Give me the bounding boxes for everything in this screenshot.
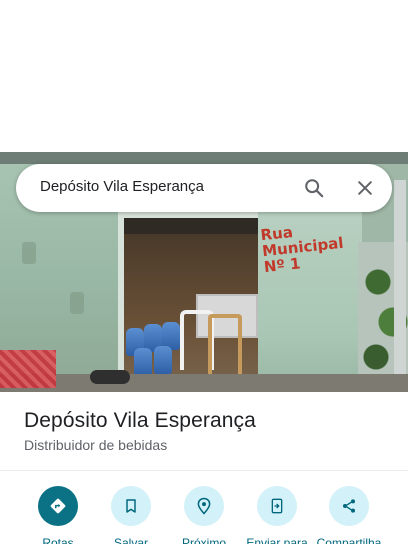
action-label: Rotas: [42, 536, 74, 544]
place-title: Depósito Vila Esperança: [24, 409, 256, 432]
photo-water-bottle: [134, 348, 152, 376]
divider: [0, 470, 408, 471]
photo-wood-chair: [208, 314, 242, 374]
action-row: Rotas Salvar Próximo Enviar para Compart…: [0, 486, 408, 544]
share-icon: [343, 499, 355, 513]
directions-button[interactable]: Rotas: [22, 486, 94, 544]
photo-red-cart: [0, 350, 56, 388]
photo-roof: [0, 152, 408, 164]
bookmark-icon: [126, 499, 136, 513]
nearby-button[interactable]: Próximo: [168, 486, 240, 544]
photo-motorcycle: [90, 370, 130, 384]
nearby-icon: [197, 497, 211, 515]
search-icon: [305, 179, 324, 198]
directions-icon: [50, 498, 66, 514]
place-category[interactable]: Distribuidor de bebidas: [24, 437, 167, 453]
photo-water-bottle: [154, 346, 172, 374]
action-label: Salvar: [113, 536, 148, 544]
send-to-phone-button[interactable]: Enviar para: [241, 486, 313, 544]
close-button[interactable]: [349, 172, 381, 204]
action-label: Compartilha: [316, 536, 382, 544]
search-button[interactable]: [298, 172, 330, 204]
search-input[interactable]: Depósito Vila Esperança: [40, 178, 204, 195]
directions-circle[interactable]: [38, 486, 78, 526]
action-label: Enviar para: [246, 536, 308, 544]
close-icon: [358, 181, 372, 195]
share-button[interactable]: Compartilha: [313, 486, 385, 544]
map-blank-area: [0, 0, 408, 152]
search-bar[interactable]: Depósito Vila Esperança: [16, 164, 392, 212]
save-circle[interactable]: [111, 486, 151, 526]
send-to-phone-circle[interactable]: [257, 486, 297, 526]
share-circle[interactable]: [329, 486, 369, 526]
photo-door-top: [124, 218, 258, 234]
action-label: Próximo: [181, 536, 226, 544]
photo-ground: [0, 374, 408, 392]
send-to-phone-icon: [271, 498, 283, 514]
nearby-circle[interactable]: [184, 486, 224, 526]
save-button[interactable]: Salvar: [95, 486, 167, 544]
photo-pole: [394, 180, 406, 392]
